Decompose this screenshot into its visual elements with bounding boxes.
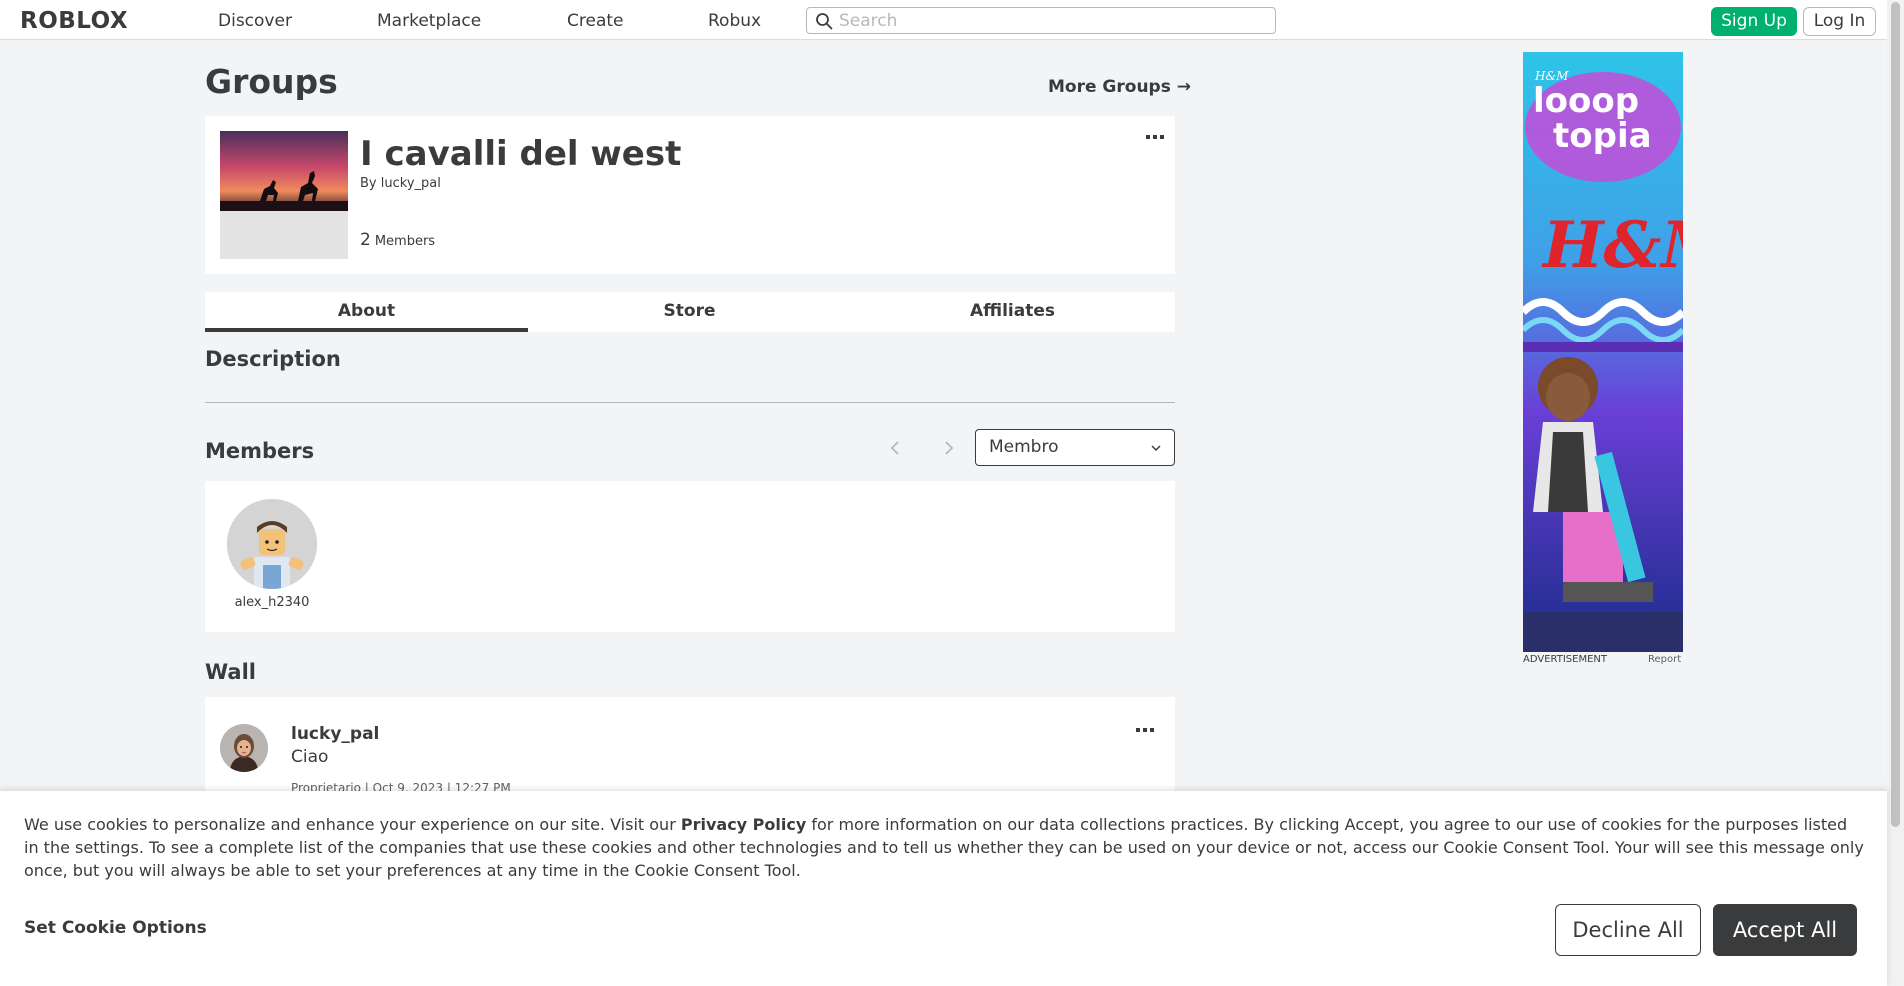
wall-post-message: Ciao [291, 747, 329, 767]
description-divider [205, 402, 1175, 403]
log-in-button[interactable]: Log In [1803, 7, 1876, 36]
group-header-card: I cavalli del west By lucky_pal 2 Members [205, 116, 1175, 274]
nav-link-discover[interactable]: Discover [218, 11, 292, 31]
scrollbar-thumb[interactable] [1891, 2, 1900, 827]
privacy-policy-link[interactable]: Privacy Policy [681, 815, 806, 834]
next-page-icon[interactable] [938, 438, 958, 458]
tab-store[interactable]: Store [528, 292, 851, 332]
group-emblem-image [220, 131, 348, 259]
search-box[interactable] [806, 7, 1276, 34]
wall-post-username[interactable]: lucky_pal [291, 724, 379, 744]
member-count-value: 2 [360, 230, 371, 250]
advertisement-label: ADVERTISEMENT [1523, 654, 1608, 665]
group-owner-link[interactable]: lucky_pal [381, 176, 441, 191]
avatar-figure-image [227, 499, 317, 589]
sign-up-button[interactable]: Sign Up [1711, 7, 1797, 36]
avatar[interactable] [227, 499, 317, 589]
more-groups-link[interactable]: More Groups → [1048, 77, 1191, 97]
cookie-consent-text: We use cookies to personalize and enhanc… [24, 813, 1864, 882]
cookie-consent-banner: We use cookies to personalize and enhanc… [0, 791, 1887, 986]
avatar[interactable] [220, 724, 268, 772]
search-icon [816, 13, 833, 30]
member-tile[interactable]: alex_h2340 [205, 481, 339, 621]
page-title: Groups [205, 62, 338, 101]
roblox-logo[interactable]: ROBLOX [20, 8, 128, 34]
advertisement-banner[interactable]: H&M looop topia H&M [1523, 52, 1683, 652]
ad-logo-text: H&M [1541, 208, 1683, 283]
role-dropdown-value: Membro [989, 437, 1059, 457]
group-name: I cavalli del west [360, 134, 682, 174]
group-member-count: 2 Members [360, 230, 435, 250]
cookie-text-before: We use cookies to personalize and enhanc… [24, 815, 681, 834]
poster-avatar-image [220, 724, 268, 772]
svg-text:topia: topia [1553, 116, 1652, 156]
nav-link-marketplace[interactable]: Marketplace [377, 11, 481, 31]
group-tabs: About Store Affiliates [205, 292, 1175, 332]
members-list-card: alex_h2340 [205, 481, 1175, 632]
svg-text:looop: looop [1533, 81, 1639, 121]
top-navigation-bar: ROBLOX Discover Marketplace Create Robux… [0, 0, 1887, 40]
decline-all-button[interactable]: Decline All [1555, 904, 1701, 956]
description-title: Description [205, 347, 341, 371]
more-options-icon[interactable] [1135, 727, 1155, 735]
ad-creative-image: H&M looop topia H&M [1523, 52, 1683, 652]
tab-about[interactable]: About [205, 292, 528, 332]
sunset-horses-image [220, 131, 348, 259]
member-username[interactable]: alex_h2340 [205, 595, 339, 610]
set-cookie-options-link[interactable]: Set Cookie Options [24, 918, 207, 938]
page-scrollbar[interactable] [1887, 0, 1904, 986]
nav-link-robux[interactable]: Robux [708, 11, 761, 31]
tab-affiliates[interactable]: Affiliates [851, 292, 1174, 332]
more-options-icon[interactable] [1145, 134, 1165, 142]
members-title: Members [205, 439, 315, 463]
role-dropdown[interactable]: Membro [975, 429, 1175, 466]
members-label: Members [374, 234, 436, 249]
report-ad-link[interactable]: Report [1648, 654, 1681, 665]
previous-page-icon[interactable] [886, 438, 906, 458]
wall-title: Wall [205, 660, 256, 684]
by-label: By [360, 176, 377, 191]
accept-all-button[interactable]: Accept All [1713, 904, 1857, 956]
group-owner-line: By lucky_pal [360, 176, 441, 191]
chevron-down-icon [1151, 445, 1161, 452]
nav-link-create[interactable]: Create [567, 11, 624, 31]
search-input[interactable] [839, 10, 1269, 32]
